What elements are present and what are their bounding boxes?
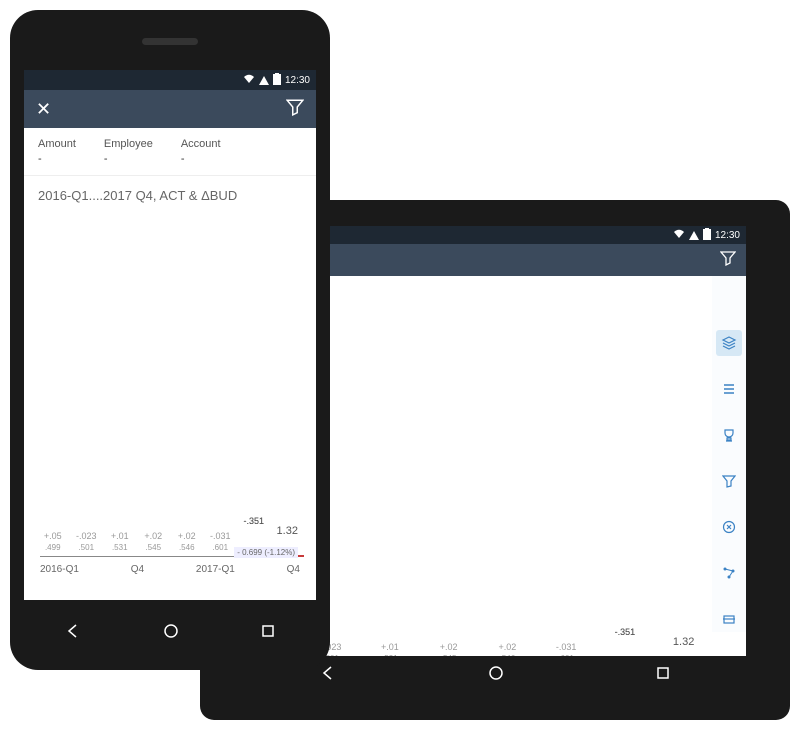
phone-android-navbar: [24, 613, 316, 653]
filter-value: -: [181, 153, 221, 165]
nav-back-icon[interactable]: [319, 664, 337, 687]
phone-filter-row: Amount - Employee - Account -: [24, 128, 316, 176]
sidebar-list-icon[interactable]: [716, 376, 742, 402]
nav-back-icon[interactable]: [64, 622, 82, 645]
nav-home-icon[interactable]: [162, 622, 180, 645]
filter-label: Amount: [38, 138, 76, 150]
phone-status-bar: 12:30: [24, 70, 316, 90]
nav-recent-icon[interactable]: [260, 623, 276, 644]
filter-value: -: [38, 153, 76, 165]
phone-chart: +.05.499-.023.501+.01.531+.02.545+.02.54…: [34, 209, 306, 577]
tablet-sidebar: [712, 276, 746, 632]
filter-account[interactable]: Account -: [181, 138, 221, 165]
filter-label: Account: [181, 138, 221, 150]
phone-chart-area: +.05.499-.023.501+.01.531+.02.545+.02.54…: [24, 207, 316, 577]
nav-home-icon[interactable]: [487, 664, 505, 687]
phone-app-bar: [24, 90, 316, 128]
filter-icon[interactable]: [720, 250, 736, 271]
wifi-icon: [243, 74, 255, 87]
sidebar-filter-icon[interactable]: [716, 468, 742, 494]
chart-title: 2016-Q1....2017 Q4, ACT & ΔBUD: [24, 176, 316, 207]
cell-signal-icon: [259, 76, 269, 85]
filter-amount[interactable]: Amount -: [38, 138, 76, 165]
filter-label: Employee: [104, 138, 153, 150]
sidebar-trophy-icon[interactable]: [716, 422, 742, 448]
sidebar-stack-icon[interactable]: [716, 330, 742, 356]
close-icon[interactable]: [36, 99, 51, 120]
status-time: 12:30: [715, 230, 740, 241]
battery-icon: [273, 73, 281, 88]
filter-value: -: [104, 153, 153, 165]
wifi-icon: [673, 229, 685, 242]
diff-annotation: - 0.699 (-1.12%): [234, 547, 298, 558]
sidebar-tree-icon[interactable]: [716, 560, 742, 586]
status-time: 12:30: [285, 75, 310, 86]
phone-screen: 12:30 Amount - Employee - Account - 2016…: [24, 70, 316, 600]
sidebar-crossbox-icon[interactable]: [716, 606, 742, 632]
nav-recent-icon[interactable]: [655, 665, 671, 686]
phone-speaker: [142, 38, 198, 45]
filter-icon[interactable]: [286, 98, 304, 121]
phone-device-frame: 12:30 Amount - Employee - Account - 2016…: [10, 10, 330, 670]
sidebar-clear-icon[interactable]: [716, 514, 742, 540]
cell-signal-icon: [689, 231, 699, 240]
filter-employee[interactable]: Employee -: [104, 138, 153, 165]
battery-icon: [703, 228, 711, 243]
